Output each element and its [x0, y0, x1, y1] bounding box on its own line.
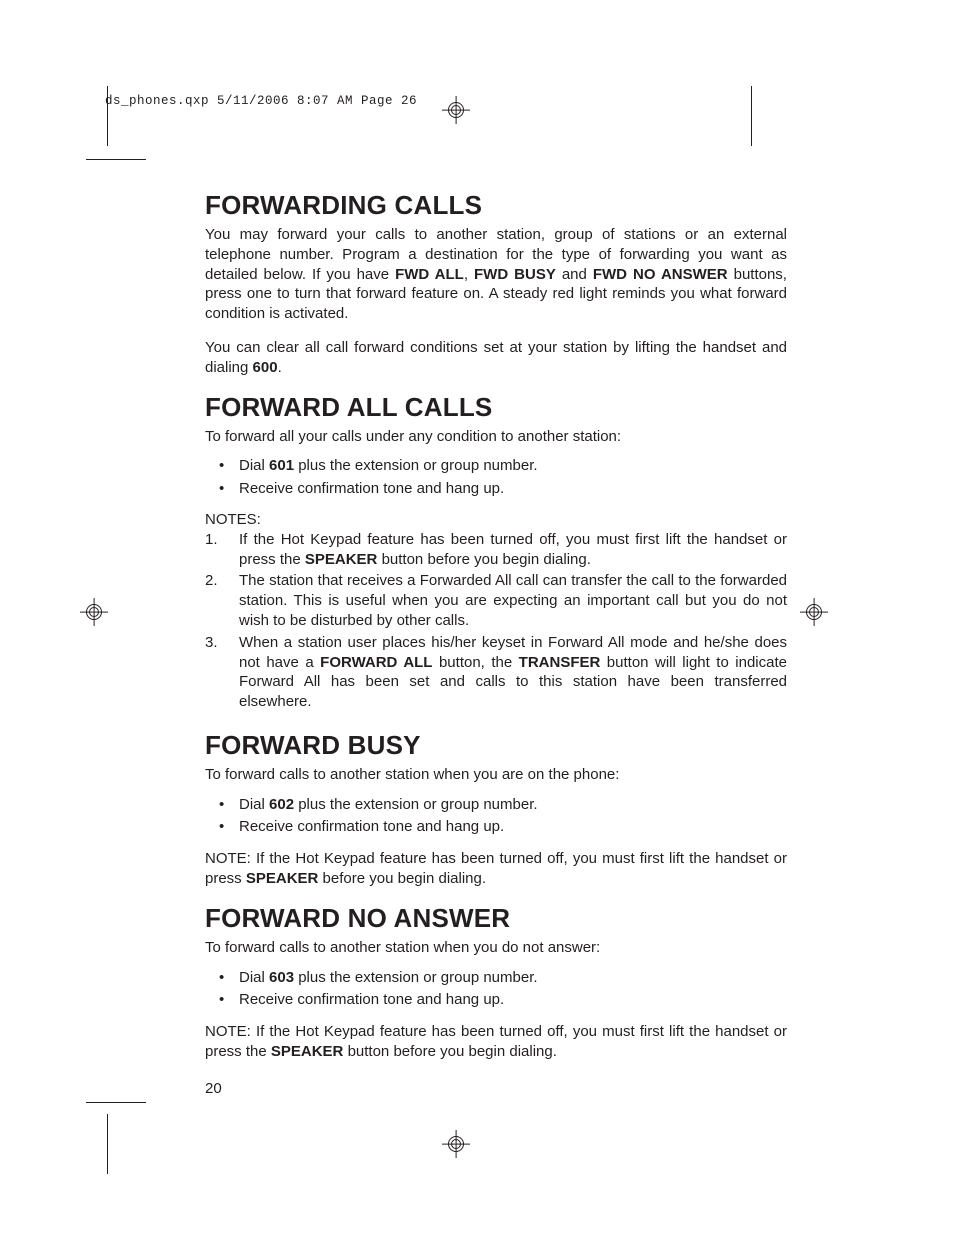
intro-paragraph: To forward calls to another station when… [205, 938, 787, 958]
list-item: Dial 602 plus the extension or group num… [205, 795, 787, 815]
body-paragraph: You may forward your calls to another st… [205, 225, 787, 324]
note-paragraph: NOTE: If the Hot Keypad feature has been… [205, 849, 787, 889]
slugline: ds_phones.qxp 5/11/2006 8:07 AM Page 26 [105, 94, 417, 108]
list-item: Dial 601 plus the extension or group num… [205, 456, 787, 476]
section-forward-no-answer: FORWARD NO ANSWER To forward calls to an… [205, 903, 787, 1062]
note-paragraph: NOTE: If the Hot Keypad feature has been… [205, 1022, 787, 1062]
registration-mark-icon [442, 1130, 470, 1158]
registration-mark-icon [800, 598, 828, 626]
heading: FORWARD NO ANSWER [205, 903, 787, 934]
heading: FORWARD BUSY [205, 730, 787, 761]
crop-mark [107, 1114, 108, 1174]
list-item: The station that receives a Forwarded Al… [205, 571, 787, 630]
crop-mark [751, 86, 752, 146]
intro-paragraph: To forward calls to another station when… [205, 765, 787, 785]
page-number: 20 [205, 1080, 787, 1097]
bullet-list: Dial 603 plus the extension or group num… [205, 968, 787, 1011]
list-item: Receive confirmation tone and hang up. [205, 479, 787, 499]
heading: FORWARDING CALLS [205, 190, 787, 221]
bullet-list: Dial 602 plus the extension or group num… [205, 795, 787, 838]
list-item: Receive confirmation tone and hang up. [205, 817, 787, 837]
registration-mark-icon [442, 96, 470, 124]
crop-mark [86, 1102, 146, 1103]
body-paragraph: You can clear all call forward condition… [205, 338, 787, 378]
list-item: When a station user places his/her keyse… [205, 633, 787, 712]
section-forward-busy: FORWARD BUSY To forward calls to another… [205, 730, 787, 889]
notes-label: NOTES: [205, 511, 787, 528]
notes-list: If the Hot Keypad feature has been turne… [205, 530, 787, 712]
registration-mark-icon [80, 598, 108, 626]
bullet-list: Dial 601 plus the extension or group num… [205, 456, 787, 499]
intro-paragraph: To forward all your calls under any cond… [205, 427, 787, 447]
crop-mark [86, 159, 146, 160]
section-forward-all-calls: FORWARD ALL CALLS To forward all your ca… [205, 392, 787, 712]
list-item: If the Hot Keypad feature has been turne… [205, 530, 787, 570]
page-content: FORWARDING CALLS You may forward your ca… [205, 190, 787, 1097]
heading: FORWARD ALL CALLS [205, 392, 787, 423]
section-forwarding-calls: FORWARDING CALLS You may forward your ca… [205, 190, 787, 378]
list-item: Dial 603 plus the extension or group num… [205, 968, 787, 988]
list-item: Receive confirmation tone and hang up. [205, 990, 787, 1010]
